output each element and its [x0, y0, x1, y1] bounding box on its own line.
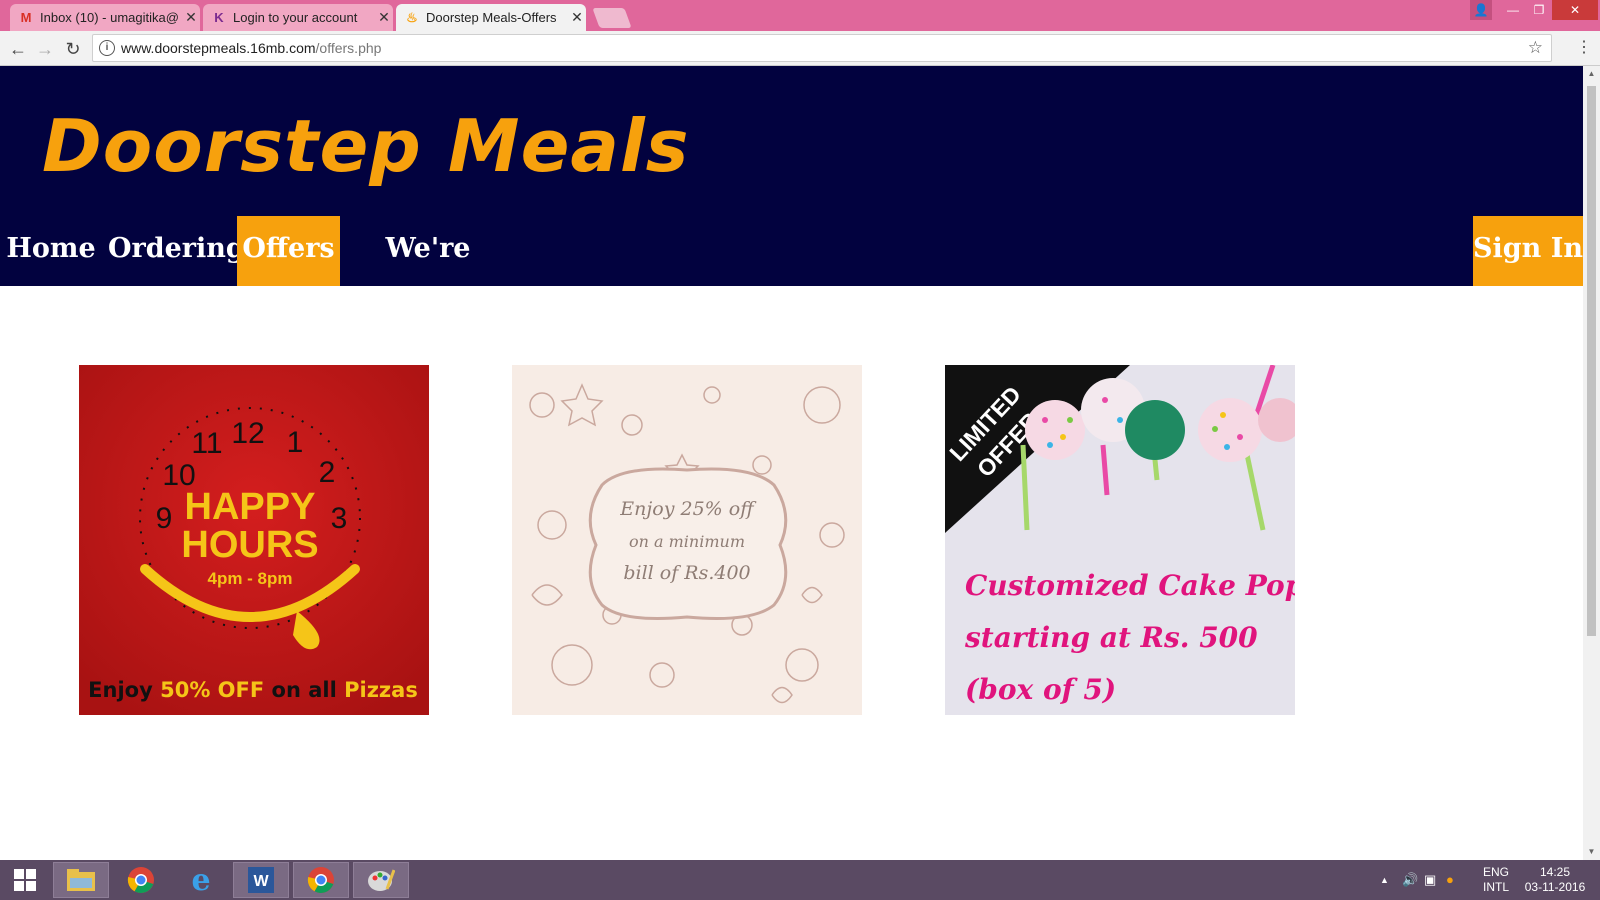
- clock-number: 2: [319, 456, 336, 489]
- restore-icon[interactable]: ❐: [1526, 0, 1552, 20]
- clock-number: 1: [287, 426, 304, 459]
- clock-number: 12: [231, 417, 264, 450]
- info-icon[interactable]: i: [99, 40, 115, 56]
- cake-pop: [1198, 398, 1262, 462]
- cake-line3: (box of 5): [965, 673, 1116, 706]
- windows-taskbar: e W ▲ 🔊 ▣ ● ENG INTL 14:25 03-11-2016: [0, 860, 1600, 900]
- discount-line1: Enjoy 25% off: [619, 498, 757, 520]
- clock[interactable]: 14:25 03-11-2016: [1522, 865, 1588, 895]
- bookmark-star-icon[interactable]: ☆: [1528, 35, 1543, 61]
- network-icon[interactable]: ▣: [1424, 872, 1436, 887]
- nav-home[interactable]: Home: [0, 216, 102, 286]
- main-nav: Home Ordering Offers We're Hiring Sign I…: [0, 216, 1583, 330]
- clock-time: 14:25: [1539, 865, 1571, 879]
- user-profile-icon[interactable]: 👤: [1470, 0, 1492, 20]
- url-text: www.doorstepmeals.16mb.com/offers.php: [121, 40, 382, 56]
- tab-gmail[interactable]: M Inbox (10) - umagitika@ ✕: [10, 4, 200, 31]
- site-icon: K: [214, 9, 224, 25]
- cake-pop: [1125, 400, 1185, 460]
- close-tab-icon[interactable]: ✕: [182, 9, 200, 26]
- close-tab-icon[interactable]: ✕: [375, 9, 393, 26]
- cake-line1: Customized Cake Pops: [965, 569, 1295, 602]
- discount-line2: on a minimum: [629, 532, 745, 551]
- happy-hours-graphic: 12 1 2 3 9 10 11 HAPPY HOURS 4pm - 8pm E…: [79, 365, 429, 715]
- tab-title: Login to your account: [233, 10, 358, 25]
- tab-title: Doorstep Meals-Offers: [426, 10, 557, 25]
- scroll-up-icon[interactable]: ▲: [1583, 66, 1600, 82]
- scroll-down-icon[interactable]: ▼: [1583, 844, 1600, 860]
- happy-title-line2: HOURS: [181, 524, 318, 566]
- browser-toolbar: ← → ↻ i www.doorstepmeals.16mb.com/offer…: [0, 31, 1600, 66]
- tab-offers[interactable]: ♨ Doorstep Meals-Offers ✕: [396, 4, 586, 31]
- site-logo[interactable]: Doorstep Meals: [42, 104, 690, 188]
- happy-title-line1: HAPPY: [185, 486, 316, 528]
- tray-expand-icon[interactable]: ▲: [1380, 873, 1389, 888]
- site-header: Doorstep Meals Home Ordering Offers We'r…: [0, 66, 1583, 330]
- tab-title: Inbox (10) - umagitika@: [40, 10, 179, 25]
- paint-icon[interactable]: [353, 862, 409, 898]
- gmail-icon: M: [20, 9, 32, 25]
- offer-card-discount[interactable]: Enjoy 25% off on a minimum bill of Rs.40…: [512, 365, 862, 715]
- clock-number: 3: [331, 502, 348, 535]
- chrome-icon[interactable]: [113, 862, 169, 898]
- windows-start-icon[interactable]: [0, 862, 50, 898]
- cake-pops-graphic: LIMITED OFFER Customized Cake Pops start…: [945, 365, 1295, 715]
- back-icon[interactable]: ←: [6, 37, 30, 61]
- offer-card-happy-hours[interactable]: 12 1 2 3 9 10 11 HAPPY HOURS 4pm - 8pm E…: [79, 365, 429, 715]
- browser-tab-strip: M Inbox (10) - umagitika@ ✕ K Login to y…: [0, 0, 1600, 31]
- page-viewport: Doorstep Meals Home Ordering Offers We'r…: [0, 66, 1583, 860]
- reload-icon[interactable]: ↻: [61, 37, 85, 61]
- happy-footer: Enjoy 50% OFF on all Pizzas: [88, 678, 418, 702]
- new-tab-button[interactable]: [592, 8, 632, 28]
- page-scrollbar[interactable]: ▲ ▼: [1583, 66, 1600, 860]
- cake-pop: [1025, 400, 1085, 460]
- nav-offers[interactable]: Offers: [237, 216, 340, 286]
- orange-favicon: ♨: [406, 9, 418, 25]
- nav-hiring[interactable]: We're Hiring: [348, 216, 508, 330]
- chrome-active-icon[interactable]: [293, 862, 349, 898]
- file-explorer-icon[interactable]: [53, 862, 109, 898]
- sign-in-button[interactable]: Sign In: [1473, 216, 1583, 286]
- minimize-icon[interactable]: —: [1500, 0, 1526, 20]
- tray-app-icon[interactable]: ●: [1446, 872, 1454, 887]
- svg-text:W: W: [253, 873, 269, 890]
- input-language[interactable]: ENG INTL: [1476, 865, 1516, 895]
- forward-icon[interactable]: →: [33, 37, 57, 61]
- close-tab-icon[interactable]: ✕: [568, 9, 586, 26]
- volume-icon[interactable]: 🔊: [1402, 872, 1418, 887]
- clock-date: 03-11-2016: [1524, 880, 1586, 894]
- tab-login[interactable]: K Login to your account ✕: [203, 4, 393, 31]
- happy-time: 4pm - 8pm: [207, 569, 292, 588]
- clock-number: 9: [156, 502, 173, 535]
- internet-explorer-icon[interactable]: e: [173, 862, 229, 898]
- browser-menu-icon[interactable]: ⋮: [1576, 36, 1592, 60]
- clock-number: 11: [191, 427, 222, 460]
- nav-ordering[interactable]: Ordering: [108, 216, 245, 286]
- address-bar[interactable]: i www.doorstepmeals.16mb.com/offers.php …: [92, 34, 1552, 62]
- offer-card-cake-pops[interactable]: LIMITED OFFER Customized Cake Pops start…: [945, 365, 1295, 715]
- scrollbar-thumb[interactable]: [1587, 86, 1596, 636]
- discount-graphic: Enjoy 25% off on a minimum bill of Rs.40…: [512, 365, 862, 715]
- cake-line2: starting at Rs. 500: [964, 621, 1258, 654]
- word-icon[interactable]: W: [233, 862, 289, 898]
- close-window-icon[interactable]: ✕: [1552, 0, 1598, 20]
- discount-line3: bill of Rs.400: [623, 562, 750, 584]
